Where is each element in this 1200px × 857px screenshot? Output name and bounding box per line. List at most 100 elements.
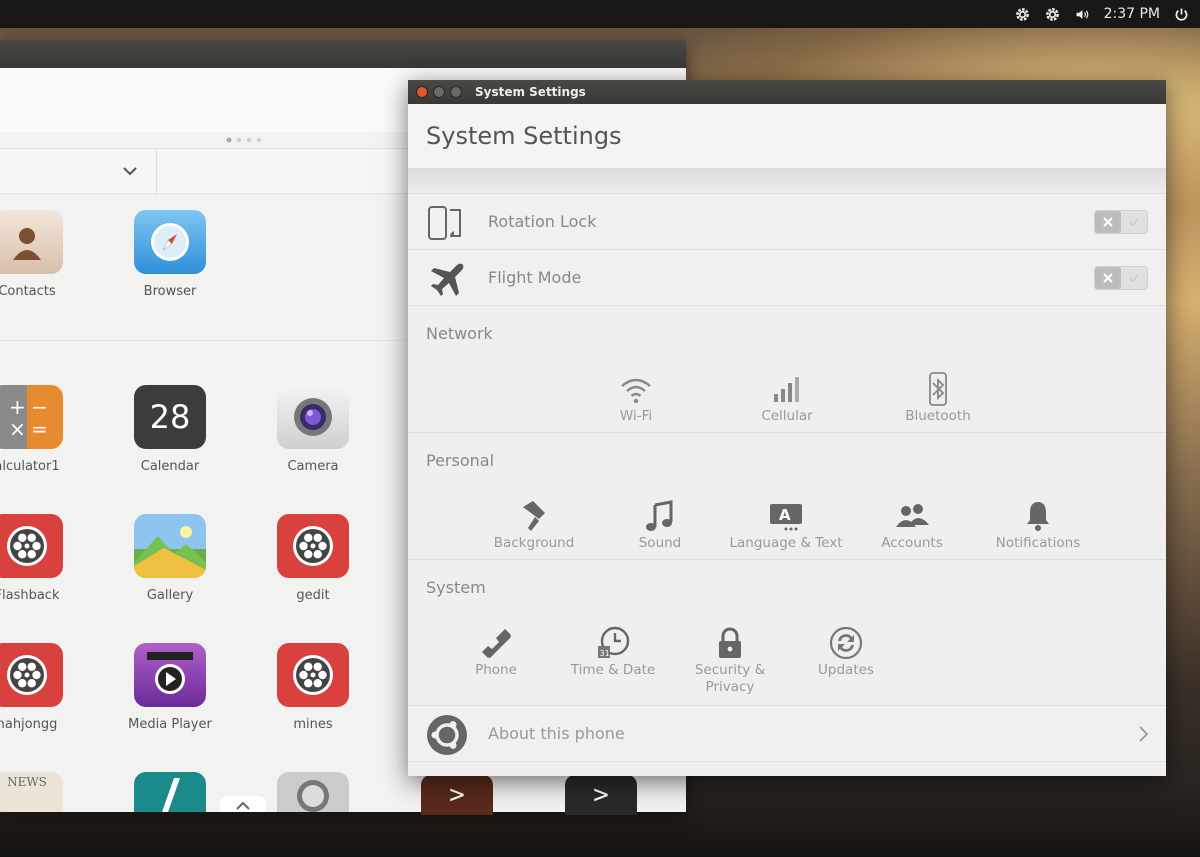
news-label: NEWS xyxy=(7,775,47,789)
film-reel-icon xyxy=(0,643,63,707)
app-unknown[interactable] xyxy=(115,772,225,812)
app-news[interactable]: NEWS xyxy=(0,772,82,812)
sound-item[interactable]: Sound xyxy=(595,497,725,552)
time-date-item[interactable]: 31 Time & Date xyxy=(548,624,678,679)
app-label: nahjongg xyxy=(0,717,58,732)
app-mahjongg[interactable]: nahjongg xyxy=(0,643,82,732)
app-gedit[interactable]: gedit xyxy=(258,514,368,603)
app-contacts[interactable]: Contacts xyxy=(0,210,82,299)
item-label: Language & Text xyxy=(729,535,843,551)
launcher-handle[interactable] xyxy=(220,796,266,812)
film-reel-icon xyxy=(277,514,349,578)
item-label: Security & Privacy xyxy=(694,662,766,695)
scope-divider xyxy=(156,149,157,195)
close-button[interactable] xyxy=(416,86,428,98)
item-label: Background xyxy=(493,535,575,551)
app-label: gedit xyxy=(296,588,330,603)
app-film[interactable] xyxy=(258,772,368,812)
wifi-item[interactable]: Wi-Fi xyxy=(571,370,701,425)
background-item[interactable]: Background xyxy=(469,497,599,552)
apps-titlebar xyxy=(0,40,686,68)
cellular-item[interactable]: Cellular xyxy=(722,370,852,425)
terminal-icon[interactable]: > xyxy=(421,775,493,815)
section-title: System xyxy=(426,578,486,597)
power-icon[interactable] xyxy=(1172,5,1190,23)
app-media-player[interactable]: Media Player xyxy=(115,643,225,732)
item-label: Updates xyxy=(818,662,874,678)
rotation-lock-row[interactable]: Rotation Lock xyxy=(408,194,1166,250)
bluetooth-item[interactable]: Bluetooth xyxy=(873,370,1003,425)
flight-mode-switch[interactable] xyxy=(1094,266,1148,290)
lock-icon xyxy=(710,624,750,660)
flight-mode-row[interactable]: Flight Mode xyxy=(408,250,1166,306)
item-label: Wi-Fi xyxy=(619,408,653,424)
notifications-item[interactable]: Notifications xyxy=(973,497,1103,552)
settings-header: System Settings xyxy=(408,104,1166,168)
about-this-phone-label: About this phone xyxy=(488,724,625,743)
film-reel-icon xyxy=(0,514,63,578)
svg-text:×: × xyxy=(9,417,26,441)
terminal-icon[interactable]: > xyxy=(565,775,637,815)
volume-icon[interactable] xyxy=(1074,5,1092,23)
app-browser[interactable]: Browser xyxy=(115,210,225,299)
app-label: alculator1 xyxy=(0,459,60,474)
music-note-icon xyxy=(640,497,680,533)
page-indicator xyxy=(226,137,261,143)
switch-knob xyxy=(1095,267,1121,289)
gallery-icon xyxy=(134,514,206,578)
system-section: System Phone 31 Time & Date Security & P… xyxy=(408,560,1166,706)
clock-text[interactable]: 2:37 PM xyxy=(1104,6,1160,22)
accounts-item[interactable]: Accounts xyxy=(847,497,977,552)
rotation-lock-switch[interactable] xyxy=(1094,210,1148,234)
updates-icon xyxy=(826,624,866,660)
settings-titlebar[interactable]: System Settings xyxy=(408,80,1166,104)
personal-section: Personal Background Sound A Language & T… xyxy=(408,433,1166,560)
app-gallery[interactable]: Gallery xyxy=(115,514,225,603)
news-icon: NEWS xyxy=(0,772,63,812)
app-label: Browser xyxy=(143,284,197,299)
terminal-glyph: > xyxy=(449,780,465,810)
security-privacy-item[interactable]: Security & Privacy xyxy=(665,624,795,696)
paint-roller-icon xyxy=(514,497,554,533)
language-text-item[interactable]: A Language & Text xyxy=(721,497,851,552)
browser-icon xyxy=(134,210,206,274)
minimize-button[interactable] xyxy=(433,86,445,98)
app-flashback[interactable]: Flashback xyxy=(0,514,82,603)
app-calendar[interactable]: 28 Calendar xyxy=(115,385,225,474)
svg-text:−: − xyxy=(31,395,48,419)
app-label: Gallery xyxy=(146,588,194,603)
wifi-icon xyxy=(616,370,656,406)
film-reel-icon xyxy=(277,772,349,812)
terminal-glyph: > xyxy=(593,780,609,810)
phone-item[interactable]: Phone xyxy=(431,624,561,679)
chevron-right-icon xyxy=(1139,726,1149,742)
gear-icon[interactable] xyxy=(1014,5,1032,23)
app-label: Media Player xyxy=(128,717,212,732)
about-this-phone-row[interactable]: About this phone xyxy=(408,706,1166,762)
svg-text:+: + xyxy=(9,395,26,419)
item-label: Bluetooth xyxy=(905,408,971,424)
checkmark-icon xyxy=(1121,211,1147,233)
app-mines[interactable]: mines xyxy=(258,643,368,732)
gear-icon[interactable] xyxy=(1044,5,1062,23)
accounts-icon xyxy=(892,497,932,533)
svg-text:A: A xyxy=(779,506,791,524)
language-icon: A xyxy=(766,497,806,533)
updates-item[interactable]: Updates xyxy=(781,624,911,679)
item-label: Sound xyxy=(638,535,682,551)
flight-mode-label: Flight Mode xyxy=(488,268,582,287)
section-title: Personal xyxy=(426,451,495,470)
app-calculator[interactable]: + − × = alculator1 xyxy=(0,385,82,474)
ubuntu-logo-icon xyxy=(427,715,467,755)
airplane-icon xyxy=(431,263,464,296)
page-title: System Settings xyxy=(426,122,622,150)
item-label: Notifications xyxy=(995,535,1081,551)
phone-icon xyxy=(476,624,516,660)
window-title: System Settings xyxy=(475,85,586,99)
chevron-down-icon[interactable] xyxy=(120,161,140,181)
app-camera[interactable]: Camera xyxy=(258,385,368,474)
maximize-button[interactable] xyxy=(450,86,462,98)
rotation-lock-icon xyxy=(428,206,461,240)
top-panel: 2:37 PM xyxy=(0,0,1200,28)
camera-icon xyxy=(277,385,349,449)
